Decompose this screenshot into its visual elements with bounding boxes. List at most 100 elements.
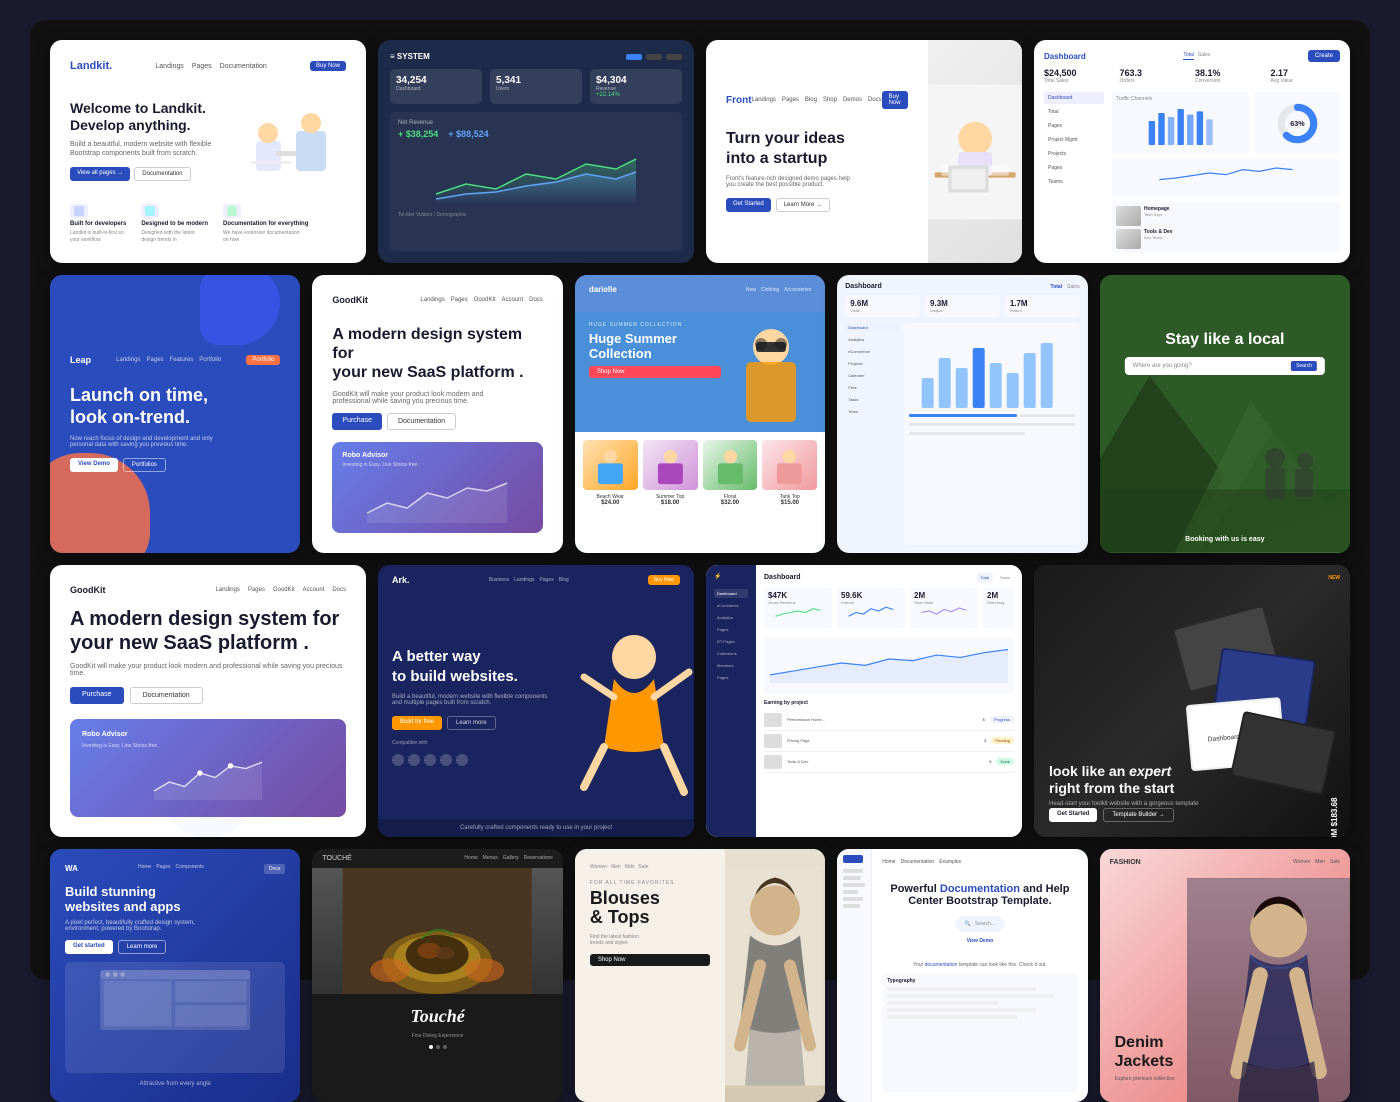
- docs-nav-3[interactable]: Examples: [939, 859, 961, 865]
- front-card[interactable]: Front LandingsPagesBlogShopDemosDocs Buy…: [706, 40, 1022, 263]
- chart-val1: + $38,254: [398, 129, 438, 139]
- stay-local-search-placeholder: Where are you going?: [1133, 363, 1192, 369]
- stat-label-2: Users: [496, 86, 576, 92]
- stat-label-1: Dashboard: [396, 86, 476, 92]
- goodkit2-primary-btn[interactable]: Purchase: [70, 687, 124, 704]
- goodkit1-hero-desc: GoodKit will make your product look mode…: [332, 391, 542, 405]
- launch-secondary-btn[interactable]: Portfolios: [123, 458, 166, 472]
- summer-product-1[interactable]: Beach Wear $24.00: [583, 440, 638, 545]
- ark-compat: Compatible with: [392, 740, 560, 766]
- dashboard-dark-card[interactable]: ≡ SYSTEM 34,254 Dashboard: [378, 40, 694, 263]
- touche-dot-1[interactable]: [429, 1045, 433, 1049]
- landkit-logo: Landkit.: [70, 60, 112, 72]
- robo-invest-card: Robo Advisor Investing is Easy. Line Str…: [70, 719, 346, 817]
- goodkit1-primary-btn[interactable]: Purchase: [332, 413, 382, 430]
- goodkit2-secondary-btn[interactable]: Documentation: [130, 687, 203, 704]
- ark-btn[interactable]: Buy Now: [648, 575, 680, 585]
- launch-nav-btn[interactable]: Portfolio: [246, 355, 280, 365]
- front-secondary-btn[interactable]: Learn More →: [776, 198, 830, 212]
- stat-delta: +22.14%: [596, 92, 676, 98]
- goodkit1-secondary-btn[interactable]: Documentation: [387, 413, 456, 430]
- ark-illustration: [574, 595, 694, 819]
- feature-icon-1: [70, 204, 88, 218]
- stay-local-search-btn[interactable]: Search: [1291, 361, 1317, 371]
- landkit-card[interactable]: Landkit. LandingsPagesDocumentation Buy …: [50, 40, 366, 263]
- webapp-secondary-btn[interactable]: Learn more: [118, 940, 167, 954]
- touche-dot-2[interactable]: [436, 1045, 440, 1049]
- summer-btn[interactable]: Shop Now: [589, 366, 721, 378]
- summer-logo: darielle: [589, 285, 617, 294]
- goodkit1-bottom: Robo Advisor Investing is Easy. Live Str…: [332, 442, 542, 533]
- denim-desc: Explore premium collection: [1115, 1076, 1270, 1082]
- docs-sidebar-logo: [843, 855, 863, 863]
- goodkit1-card[interactable]: GoodKit LandingsPagesGoodKitAccountDocs …: [312, 275, 562, 553]
- blouses-btn[interactable]: Shop Now: [590, 954, 710, 966]
- ark-hero-title: A better wayto build websites.: [392, 647, 560, 686]
- denim-card[interactable]: FASHION WomenMenSale DenimJackets Explor…: [1100, 849, 1350, 1102]
- falcon-sidebar: ⚡ Dashboard eCommerce Analytics Pages RT…: [706, 565, 756, 837]
- goodkit2-card[interactable]: GoodKit LandingsPagesGoodKitAccountDocs …: [50, 565, 366, 837]
- blouses-desc: Find the latest fashiontrends and styles: [590, 934, 710, 946]
- summer-product-3[interactable]: Floral $32.00: [703, 440, 758, 545]
- analytics-card[interactable]: Dashboard Total Sales 9.6M Visits 9.3M: [837, 275, 1087, 553]
- summer-product-4[interactable]: Tank Top $15.00: [762, 440, 817, 545]
- ark-header: Ark. BusinessLandingsPagesBlog Buy Now: [378, 565, 694, 595]
- touche-card[interactable]: TOUCHÉ HomeMenusGalleryReservations: [312, 849, 562, 1102]
- webapp-card[interactable]: WA HomePagesComponents Docs Build stunni…: [50, 849, 300, 1102]
- landkit-primary-btn[interactable]: View all pages →: [70, 167, 130, 181]
- analytics-stat-2: 9.3M Unique: [925, 295, 1000, 317]
- ark-primary-btn[interactable]: Build for free: [392, 716, 442, 730]
- gallery-container: Landkit. LandingsPagesDocumentation Buy …: [30, 20, 1370, 980]
- touche-bottom: Touché Fine Dining Experience: [312, 994, 562, 1102]
- docs-card[interactable]: Home Documentation Examples Powerful Doc…: [837, 849, 1087, 1102]
- front-nav-btn[interactable]: Buy Now: [882, 91, 908, 109]
- front-primary-btn[interactable]: Get Started: [726, 198, 771, 212]
- front-logo: Front: [726, 95, 752, 106]
- ark-logo: Ark.: [392, 575, 410, 585]
- denim-title: DenimJackets: [1115, 1033, 1270, 1071]
- expert-card[interactable]: Dashboard look like an expertright from …: [1034, 565, 1350, 837]
- metric-avg: 2.17 Avg Value: [1271, 68, 1341, 84]
- webapp-nav-btn[interactable]: Docs: [264, 864, 285, 874]
- landkit-nav-btn[interactable]: Buy Now: [310, 61, 346, 71]
- dash-right-btn[interactable]: Create: [1308, 50, 1340, 62]
- expert-badge: NEW: [1328, 575, 1340, 581]
- falcon-table: Performance Home... $ Progress Pricing P…: [764, 710, 1014, 829]
- webapp-bottom: [65, 962, 285, 1073]
- expert-btn2[interactable]: Template Builder →: [1103, 808, 1173, 822]
- feature-developers: Built for developers Landkit is built-in…: [70, 204, 126, 243]
- landkit-hero-title: Welcome to Landkit.Develop anything.: [70, 100, 211, 134]
- stat-card-2: 5,341 Users: [490, 69, 582, 104]
- docs-search-placeholder[interactable]: Search...: [975, 921, 995, 927]
- goodkit1-logo: GoodKit: [332, 295, 368, 305]
- webapp-logo: WA: [65, 864, 78, 874]
- front-image: [928, 40, 1022, 263]
- touche-desc: Fine Dining Experience: [324, 1033, 550, 1039]
- robo-sub: Investing is Easy. Line Stress-free.: [82, 743, 334, 749]
- stay-local-card[interactable]: Stay like a local Where are you going? S…: [1100, 275, 1350, 553]
- summer-product-2[interactable]: Summer Top $18.00: [643, 440, 698, 545]
- docs-nav-1[interactable]: Home: [882, 859, 895, 865]
- expert-btn1[interactable]: Get Started: [1049, 808, 1097, 822]
- falcon-card[interactable]: ⚡ Dashboard eCommerce Analytics Pages RT…: [706, 565, 1022, 837]
- launch-card[interactable]: Leap LandingsPagesFeaturesPortfolio Port…: [50, 275, 300, 553]
- ark-card[interactable]: Ark. BusinessLandingsPagesBlog Buy Now A…: [378, 565, 694, 837]
- landkit-illustration: [246, 101, 346, 181]
- launch-primary-btn[interactable]: View Demo: [70, 458, 118, 472]
- summer-card[interactable]: darielle NewClothingAccessories HUGE SUM…: [575, 275, 825, 553]
- touche-logo: TOUCHÉ: [322, 855, 351, 862]
- ark-secondary-btn[interactable]: Learn more: [447, 716, 496, 730]
- landkit-secondary-btn[interactable]: Documentation: [134, 167, 190, 181]
- docs-desc: View Demo: [882, 938, 1077, 944]
- docs-nav-2[interactable]: Documentation: [901, 859, 935, 865]
- feature-desc-2: Designed with the latestdesign trends in: [141, 230, 208, 243]
- touche-title: Touché: [324, 1006, 550, 1027]
- webapp-primary-btn[interactable]: Get started: [65, 940, 113, 954]
- falcon-stat-2: 59.6K Visitors: [837, 587, 905, 629]
- stay-local-title: Stay like a local: [1125, 331, 1325, 349]
- dashboard-light-card[interactable]: Dashboard Total Sales Create $24,500 Tot…: [1034, 40, 1350, 263]
- analytics-sidebar: Dashboard Analytics eCommerce Projects C…: [845, 323, 900, 545]
- blouses-card[interactable]: WomenMenKidsSale FOR ALL TIME FAVORITES …: [575, 849, 825, 1102]
- touche-dot-3[interactable]: [443, 1045, 447, 1049]
- webapp-hero-title: Build stunningwebsites and apps: [65, 884, 285, 914]
